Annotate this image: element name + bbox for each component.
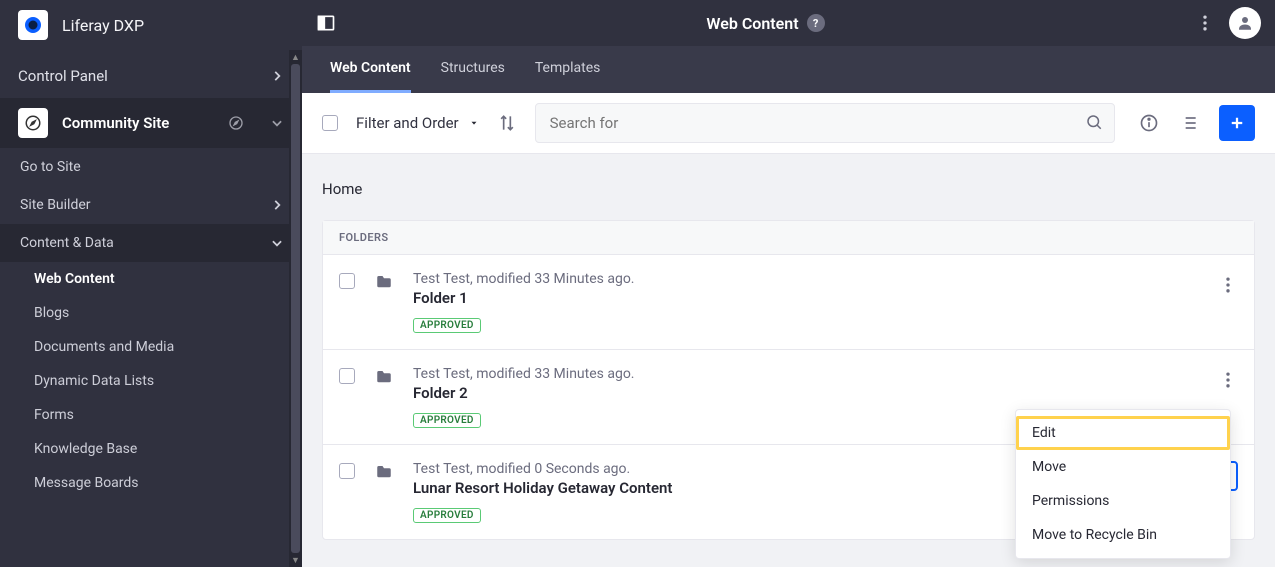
sort-icon[interactable] (497, 113, 517, 133)
panel-toggle-icon[interactable] (316, 13, 336, 33)
chevron-down-icon (270, 116, 284, 130)
liferay-logo-icon (23, 15, 43, 35)
sidebar-go-to-site[interactable]: Go to Site (0, 148, 302, 186)
select-all-checkbox[interactable] (322, 115, 338, 131)
tab-templates[interactable]: Templates (535, 46, 601, 93)
folders-header: FOLDERS (323, 221, 1254, 255)
info-icon[interactable] (1139, 113, 1159, 133)
folder-icon (373, 368, 395, 386)
ctx-permissions[interactable]: Permissions (1016, 484, 1230, 518)
row-meta: Test Test, modified 33 Minutes ago. (413, 366, 1200, 382)
row-title: Folder 2 (413, 384, 1200, 402)
brand-logo (18, 10, 48, 40)
folder-icon (373, 273, 395, 291)
sidebar-leaf-documents-media[interactable]: Documents and Media (0, 330, 302, 364)
sidebar-site-builder[interactable]: Site Builder (0, 186, 302, 224)
scroll-up-icon[interactable]: ▲ (289, 50, 302, 64)
sidebar-leaf-forms[interactable]: Forms (0, 398, 302, 432)
ctx-move[interactable]: Move (1016, 450, 1230, 484)
tab-web-content[interactable]: Web Content (330, 46, 411, 93)
filter-order-button[interactable]: Filter and Order (356, 114, 479, 132)
scroll-down-icon[interactable]: ▼ (289, 553, 302, 567)
row-title: Folder 1 (413, 289, 1200, 307)
main: Web Content ? Web Content Structures Tem… (302, 0, 1275, 567)
row-checkbox[interactable] (339, 273, 355, 289)
chevron-down-icon (270, 236, 284, 250)
sidebar-leaf-knowledge-base[interactable]: Knowledge Base (0, 432, 302, 466)
row-meta: Test Test, modified 33 Minutes ago. (413, 271, 1200, 287)
chevron-right-icon (270, 69, 284, 83)
search-wrap (535, 103, 1115, 143)
folder-row[interactable]: Test Test, modified 33 Minutes ago. Fold… (323, 255, 1254, 350)
compass-small-icon (228, 115, 244, 131)
row-kebab-icon[interactable] (1218, 370, 1238, 390)
search-input[interactable] (535, 103, 1115, 143)
caret-down-icon (469, 118, 479, 128)
search-icon[interactable] (1085, 113, 1103, 131)
list-view-icon[interactable] (1179, 113, 1199, 133)
row-checkbox[interactable] (339, 368, 355, 384)
tabbar: Web Content Structures Templates (302, 46, 1275, 93)
row-checkbox[interactable] (339, 463, 355, 479)
tab-structures[interactable]: Structures (441, 46, 505, 93)
compass-icon (18, 108, 48, 138)
brand-block: Liferay DXP (0, 0, 302, 54)
toolbar: Filter and Order (302, 93, 1275, 154)
plus-icon (1228, 114, 1246, 132)
sidebar-site-row[interactable]: Community Site (0, 98, 302, 148)
person-icon (1236, 14, 1254, 32)
breadcrumb[interactable]: Home (322, 174, 1255, 220)
folder-icon (373, 463, 395, 481)
sidebar-leaf-blogs[interactable]: Blogs (0, 296, 302, 330)
add-button[interactable] (1219, 105, 1255, 141)
topbar: Web Content ? (302, 0, 1275, 46)
status-badge: APPROVED (413, 508, 481, 523)
chevron-right-icon (270, 198, 284, 212)
scroll-thumb[interactable] (291, 64, 300, 553)
context-menu: Edit Move Permissions Move to Recycle Bi… (1015, 409, 1231, 559)
topbar-kebab-icon[interactable] (1195, 13, 1215, 33)
help-icon[interactable]: ? (807, 14, 825, 32)
page-title: Web Content (706, 14, 798, 33)
brand-name: Liferay DXP (62, 16, 144, 35)
sidebar-content-data[interactable]: Content & Data (0, 224, 302, 262)
status-badge: APPROVED (413, 413, 481, 428)
content-body: Home FOLDERS Test Test, modified 33 Minu… (302, 154, 1275, 567)
sidebar-scrollbar[interactable]: ▲ ▼ (289, 50, 302, 567)
sidebar-leaf-web-content[interactable]: Web Content (0, 262, 302, 296)
row-kebab-icon[interactable] (1218, 275, 1238, 295)
ctx-edit[interactable]: Edit (1016, 416, 1230, 450)
sidebar-control-panel[interactable]: Control Panel (0, 54, 302, 98)
status-badge: APPROVED (413, 318, 481, 333)
sidebar-leaf-message-boards[interactable]: Message Boards (0, 466, 302, 500)
ctx-recycle[interactable]: Move to Recycle Bin (1016, 518, 1230, 552)
sidebar-leaf-dynamic-data-lists[interactable]: Dynamic Data Lists (0, 364, 302, 398)
user-avatar[interactable] (1229, 7, 1261, 39)
sidebar: Liferay DXP Control Panel Community Site… (0, 0, 302, 567)
